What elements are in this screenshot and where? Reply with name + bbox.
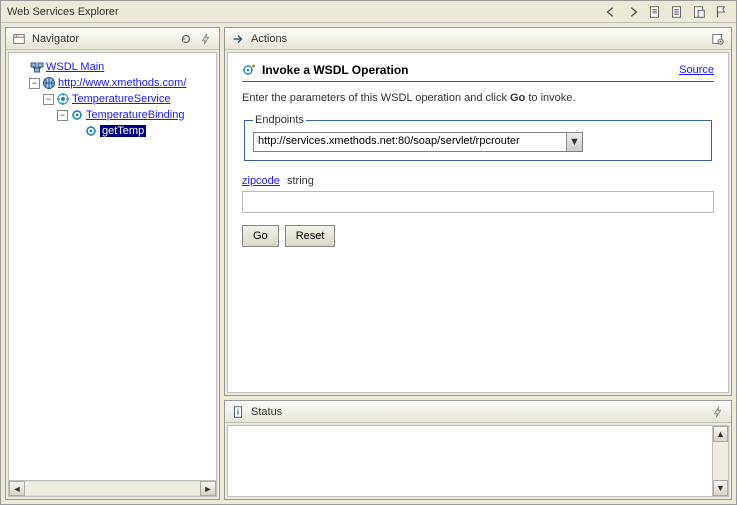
- invoke-operation-icon: [242, 63, 256, 77]
- button-row: Go Reset: [242, 225, 714, 247]
- actions-gear-icon[interactable]: [709, 31, 727, 47]
- right-column: Actions Invoke a WSDL Operation Source E…: [224, 27, 732, 500]
- flag-icon[interactable]: [712, 3, 730, 21]
- tree-operation-label: getTemp: [100, 125, 146, 137]
- status-header: i Status: [225, 401, 731, 423]
- tree-service-node[interactable]: − TemperatureService: [13, 91, 212, 107]
- navigator-body: WSDL Main − http://www.xmethods.com/ − T…: [8, 52, 217, 497]
- instructions-bold: Go: [510, 92, 525, 104]
- titlebar-toolbar: [602, 3, 730, 21]
- status-vscrollbar[interactable]: ▲ ▼: [712, 426, 728, 496]
- wsdl-main-icon: [30, 60, 44, 74]
- tree-expander-placeholder: [17, 62, 28, 73]
- operation-heading: Invoke a WSDL Operation: [262, 63, 673, 77]
- actions-body: Invoke a WSDL Operation Source Enter the…: [227, 52, 729, 393]
- endpoint-dropdown[interactable]: http://services.xmethods.net:80/soap/ser…: [253, 132, 583, 152]
- tree-root[interactable]: WSDL Main: [13, 59, 212, 75]
- tree-binding-node[interactable]: − TemperatureBinding: [13, 107, 212, 123]
- navigator-header: Navigator: [6, 28, 219, 50]
- scroll-down-icon[interactable]: ▼: [713, 480, 728, 496]
- tree-url-node[interactable]: − http://www.xmethods.com/: [13, 75, 212, 91]
- source-link[interactable]: Source: [679, 64, 714, 76]
- back-icon[interactable]: [602, 3, 620, 21]
- tree-expander[interactable]: −: [57, 110, 68, 121]
- page1-icon[interactable]: [646, 3, 664, 21]
- status-clear-icon[interactable]: [709, 404, 727, 420]
- actions-panel: Actions Invoke a WSDL Operation Source E…: [224, 27, 732, 396]
- go-button[interactable]: Go: [242, 225, 279, 247]
- navigator-tree: WSDL Main − http://www.xmethods.com/ − T…: [9, 53, 216, 145]
- refresh-icon[interactable]: [177, 31, 195, 47]
- actions-arrow-icon: [229, 31, 247, 47]
- page3-icon[interactable]: [690, 3, 708, 21]
- scroll-left-icon[interactable]: ◄: [9, 481, 25, 496]
- param-row-zipcode: zipcode string: [242, 175, 714, 213]
- tree-binding-label: TemperatureBinding: [86, 109, 184, 121]
- clear-icon[interactable]: [197, 31, 215, 47]
- binding-icon: [70, 108, 84, 122]
- navigator-panel: Navigator WSDL Main −: [5, 27, 220, 500]
- app-title: Web Services Explorer: [7, 6, 602, 18]
- titlebar: Web Services Explorer: [1, 1, 736, 23]
- param-name-link[interactable]: zipcode: [242, 175, 280, 187]
- status-panel: i Status ▲ ▼: [224, 400, 732, 500]
- param-type: string: [287, 175, 314, 187]
- tree-root-label: WSDL Main: [46, 61, 104, 73]
- scroll-track[interactable]: [713, 442, 728, 480]
- tree-expander-placeholder: [71, 126, 82, 137]
- tree-service-label: TemperatureService: [72, 93, 170, 105]
- scroll-right-icon[interactable]: ►: [200, 481, 216, 496]
- endpoints-legend: Endpoints: [253, 114, 306, 126]
- page2-icon[interactable]: [668, 3, 686, 21]
- status-title: Status: [251, 406, 705, 418]
- globe-icon: [42, 76, 56, 90]
- instructions-prefix: Enter the parameters of this WSDL operat…: [242, 92, 510, 104]
- forward-icon[interactable]: [624, 3, 642, 21]
- scroll-up-icon[interactable]: ▲: [713, 426, 728, 442]
- operation-header: Invoke a WSDL Operation Source: [242, 63, 714, 82]
- tree-expander[interactable]: −: [29, 78, 40, 89]
- operation-icon: [84, 124, 98, 138]
- dropdown-arrow-icon[interactable]: ▼: [566, 133, 582, 151]
- navigator-hscrollbar[interactable]: ◄ ►: [9, 480, 216, 496]
- main-area: Navigator WSDL Main −: [1, 23, 736, 504]
- endpoint-selected-value: http://services.xmethods.net:80/soap/ser…: [254, 133, 566, 151]
- reset-button[interactable]: Reset: [285, 225, 336, 247]
- actions-title: Actions: [251, 33, 705, 45]
- status-body: [228, 426, 712, 496]
- navigator-icon: [10, 31, 28, 47]
- tree-expander[interactable]: −: [43, 94, 54, 105]
- endpoints-fieldset: Endpoints http://services.xmethods.net:8…: [244, 114, 712, 161]
- status-body-wrap: ▲ ▼: [227, 425, 729, 497]
- instructions-suffix: to invoke.: [525, 92, 575, 104]
- scroll-track[interactable]: [25, 481, 200, 496]
- tree-operation-node[interactable]: getTemp: [13, 123, 212, 139]
- instructions: Enter the parameters of this WSDL operat…: [242, 92, 714, 104]
- actions-header: Actions: [225, 28, 731, 50]
- status-info-icon: i: [229, 404, 247, 420]
- zipcode-input[interactable]: [242, 191, 714, 213]
- tree-url-label: http://www.xmethods.com/: [58, 77, 186, 89]
- navigator-title: Navigator: [32, 33, 173, 45]
- service-icon: [56, 92, 70, 106]
